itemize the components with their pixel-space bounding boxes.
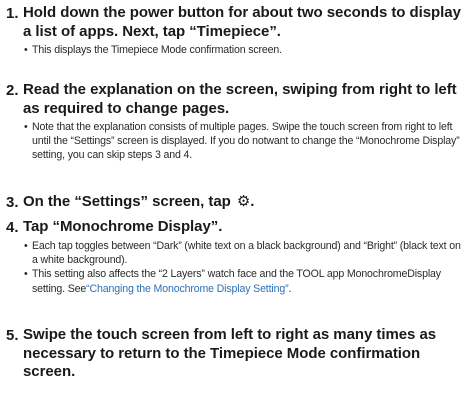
note-text-suffix: . bbox=[288, 282, 292, 295]
bullet-icon: • bbox=[24, 240, 28, 252]
bullet-icon: • bbox=[24, 44, 28, 56]
step-title: Hold down the power button for about two… bbox=[23, 4, 461, 40]
note-item: • This displays the Timepiece Mode confi… bbox=[23, 43, 468, 57]
step-number: 3. bbox=[6, 194, 19, 211]
note-text: Each tap toggles between “Dark” (white t… bbox=[32, 240, 461, 267]
bullet-icon: • bbox=[24, 268, 28, 281]
note-text: This displays the Timepiece Mode confirm… bbox=[32, 44, 282, 56]
step-title: Tap “Monochrome Display”. bbox=[23, 218, 223, 235]
step-number: 2. bbox=[6, 82, 19, 99]
step-4: 4. Tap “Monochrome Display”. • Each tap … bbox=[6, 218, 468, 296]
note-text: Note that the explanation consists of mu… bbox=[32, 121, 460, 162]
note-item: • This setting also affects the “2 Layer… bbox=[23, 267, 468, 295]
step-2-notes: • Note that the explanation consists of … bbox=[23, 120, 468, 163]
step-title-text: On the “Settings” screen, tap bbox=[23, 193, 231, 210]
step-5: 5. Swipe the touch screen from left to r… bbox=[6, 326, 468, 382]
step-title: Swipe the touch screen from left to righ… bbox=[23, 326, 437, 380]
step-3: 3. On the “Settings” screen, tap ⚙. bbox=[6, 193, 468, 212]
gear-icon: ⚙. bbox=[236, 193, 255, 210]
step-3-heading: 3. On the “Settings” screen, tap ⚙. bbox=[6, 193, 468, 212]
step-1-notes: • This displays the Timepiece Mode confi… bbox=[23, 43, 468, 57]
step-5-heading: 5. Swipe the touch screen from left to r… bbox=[6, 326, 468, 382]
bullet-icon: • bbox=[24, 121, 28, 133]
instruction-document: 1. Hold down the power button for about … bbox=[0, 0, 471, 396]
step-2-heading: 2. Read the explanation on the screen, s… bbox=[6, 81, 468, 118]
step-number: 4. bbox=[6, 219, 19, 236]
step-title: On the “Settings” screen, tap ⚙. bbox=[23, 193, 254, 212]
step-number: 5. bbox=[6, 327, 19, 344]
note-item: • Note that the explanation consists of … bbox=[23, 120, 468, 163]
changing-monochrome-display-link[interactable]: “Changing the Monochrome Display Setting… bbox=[86, 283, 288, 295]
step-1-heading: 1. Hold down the power button for about … bbox=[6, 4, 468, 41]
note-item: • Each tap toggles between “Dark” (white… bbox=[23, 239, 468, 267]
step-4-notes: • Each tap toggles between “Dark” (white… bbox=[23, 239, 468, 296]
step-1: 1. Hold down the power button for about … bbox=[6, 4, 468, 57]
step-title: Read the explanation on the screen, swip… bbox=[23, 81, 457, 117]
step-4-heading: 4. Tap “Monochrome Display”. bbox=[6, 218, 468, 237]
step-number: 1. bbox=[6, 5, 19, 22]
step-2: 2. Read the explanation on the screen, s… bbox=[6, 81, 468, 163]
